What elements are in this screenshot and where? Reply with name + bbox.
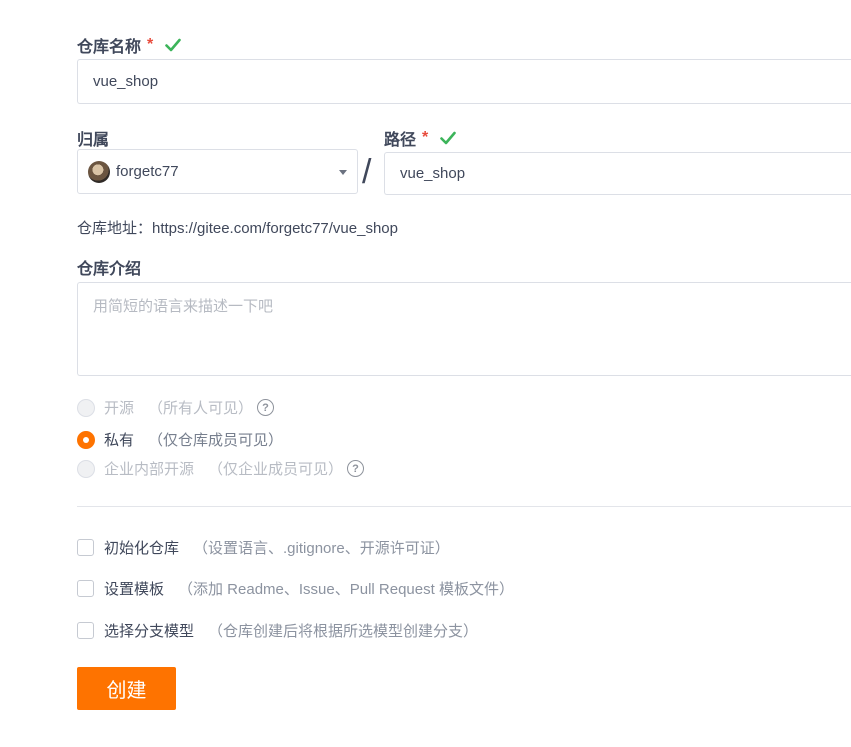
checkbox[interactable] bbox=[77, 622, 94, 639]
radio-label: 私有 bbox=[104, 432, 135, 449]
repo-address: 仓库地址：https://gitee.com/forgetc77/vue_sho… bbox=[77, 220, 398, 237]
owner-label: 归属 bbox=[77, 126, 109, 150]
option-init-repo[interactable]: 初始化仓库 （设置语言、.gitignore、开源许可证） bbox=[77, 537, 450, 558]
path-input[interactable]: vue_shop bbox=[384, 152, 851, 195]
radio-button bbox=[77, 398, 95, 417]
option-hint: （仓库创建后将根据所选模型创建分支） bbox=[208, 623, 479, 640]
create-button[interactable]: 创建 bbox=[77, 667, 176, 710]
radio-label: 开源 bbox=[104, 400, 135, 417]
radio-enterprise: 企业内部开源 （仅企业成员可见） ? bbox=[77, 458, 365, 479]
option-label: 设置模板 bbox=[104, 581, 165, 598]
owner-label-text: 归属 bbox=[77, 132, 110, 149]
radio-private[interactable]: 私有 （仅仓库成员可见） bbox=[77, 429, 283, 450]
radio-open-source: 开源 （所有人可见） ? bbox=[77, 397, 275, 418]
repo-name-label-text: 仓库名称 bbox=[77, 39, 142, 56]
question-circle-icon[interactable]: ? bbox=[257, 399, 275, 416]
option-label: 初始化仓库 bbox=[104, 540, 180, 557]
radio-label: 企业内部开源 bbox=[104, 461, 195, 478]
avatar bbox=[88, 160, 110, 183]
intro-textarea[interactable]: 用简短的语言来描述一下吧 bbox=[77, 282, 851, 376]
option-hint: （添加 Readme、Issue、Pull Request 模板文件） bbox=[178, 581, 514, 598]
radio-hint: （仅企业成员可见） bbox=[208, 461, 344, 478]
radio-hint: （所有人可见） bbox=[148, 400, 254, 417]
divider bbox=[77, 506, 851, 507]
option-template[interactable]: 设置模板 （添加 Readme、Issue、Pull Request 模板文件） bbox=[77, 578, 514, 599]
repo-name-input[interactable]: vue_shop bbox=[77, 59, 851, 104]
intro-label-text: 仓库介绍 bbox=[77, 261, 142, 278]
radio-button bbox=[77, 459, 95, 478]
owner-value: forgetc77 bbox=[116, 163, 179, 180]
owner-select[interactable]: forgetc77 bbox=[77, 149, 358, 194]
caret-down-icon bbox=[339, 169, 347, 175]
path-label: 路径 * bbox=[384, 126, 457, 150]
check-icon bbox=[165, 38, 182, 52]
repo-name-label: 仓库名称 * bbox=[77, 33, 182, 57]
checkbox[interactable] bbox=[77, 580, 94, 597]
radio-hint: （仅仓库成员可见） bbox=[148, 432, 284, 449]
path-label-text: 路径 bbox=[384, 132, 417, 149]
checkbox[interactable] bbox=[77, 539, 94, 556]
check-icon bbox=[440, 131, 457, 145]
option-branch-model[interactable]: 选择分支模型 （仓库创建后将根据所选模型创建分支） bbox=[77, 620, 478, 641]
question-circle-icon[interactable]: ? bbox=[347, 460, 365, 477]
intro-label: 仓库介绍 bbox=[77, 255, 141, 279]
required-mark: * bbox=[422, 129, 429, 146]
option-hint: （设置语言、.gitignore、开源许可证） bbox=[193, 540, 450, 557]
option-label: 选择分支模型 bbox=[104, 623, 195, 640]
radio-button[interactable] bbox=[77, 430, 95, 449]
path-separator: / bbox=[362, 153, 372, 191]
required-mark: * bbox=[147, 36, 154, 53]
